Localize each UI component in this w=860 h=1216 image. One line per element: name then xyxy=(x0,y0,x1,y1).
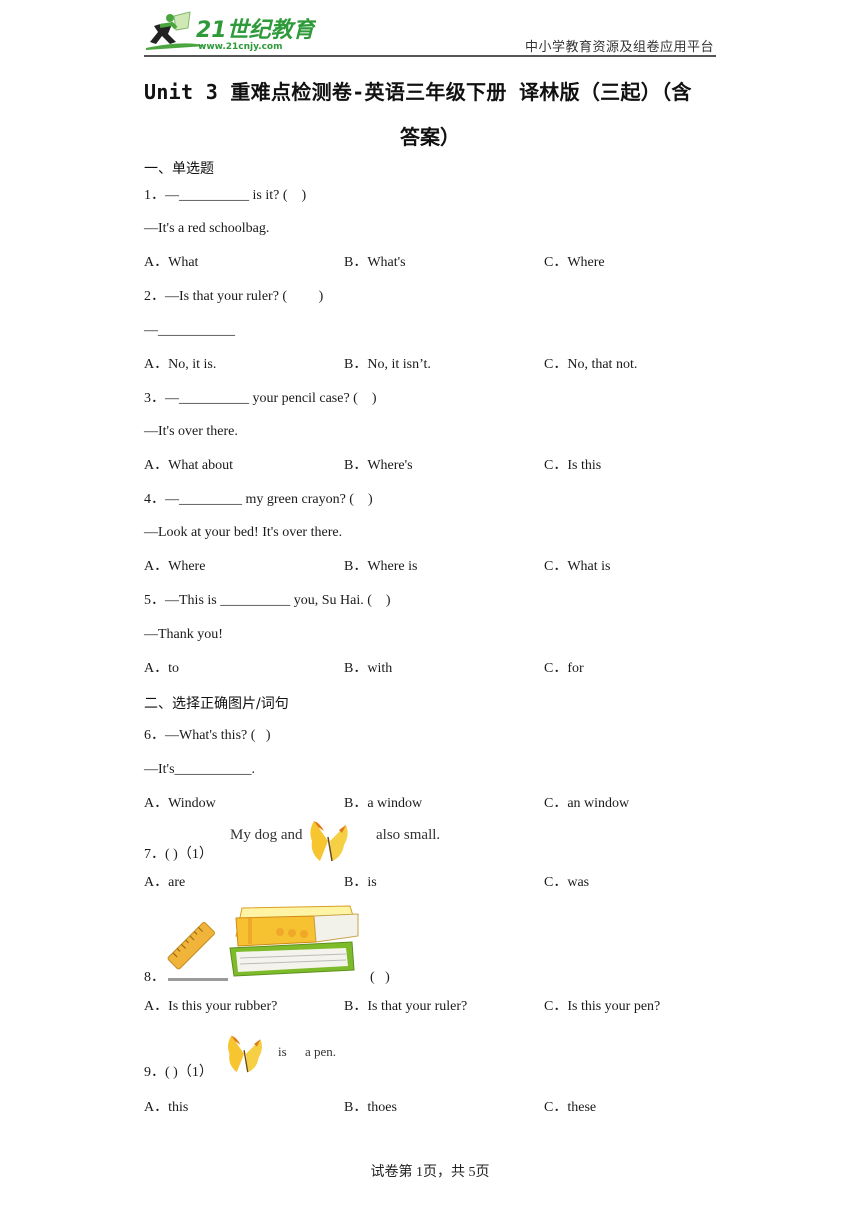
logo-text: 21世纪教育 xyxy=(196,17,316,43)
question-9-image: is a pen. xyxy=(220,1030,350,1076)
question-1-stem: 1．—__________ is it? ( ) xyxy=(144,188,307,203)
question-9-image-text-right: a pen. xyxy=(305,1044,337,1059)
question-3-option-b[interactable]: B．Where's xyxy=(344,457,413,475)
question-6-reply: —It's___________. xyxy=(144,762,256,777)
question-9-option-a[interactable]: A．this xyxy=(144,1099,188,1117)
question-8-option-a[interactable]: A．Is this your rubber? xyxy=(144,998,277,1016)
logo-url: www.21cnjy.com xyxy=(198,42,283,52)
question-8-option-b[interactable]: B．Is that your ruler? xyxy=(344,998,467,1016)
question-6-stem: 6．—What's this? ( ) xyxy=(144,728,271,743)
question-5-reply: —Thank you! xyxy=(144,627,223,642)
question-5-option-b[interactable]: B．with xyxy=(344,660,392,678)
question-5-option-c[interactable]: C．for xyxy=(544,660,584,678)
question-6-option-a[interactable]: A．Window xyxy=(144,795,216,813)
question-8-stem: 8． xyxy=(144,970,165,985)
question-1-option-a[interactable]: A．What xyxy=(144,254,198,272)
ruler-and-books-icon xyxy=(167,905,359,981)
question-5-option-a[interactable]: A．to xyxy=(144,660,179,678)
butterfly-icon xyxy=(310,821,348,862)
question-7-option-b[interactable]: B．is xyxy=(344,874,377,892)
page-footer: 试卷第 1页，共 5页 xyxy=(370,1165,490,1180)
question-7-image-text-right: also small. xyxy=(376,827,441,843)
question-7-image-text-left: My dog and xyxy=(230,827,303,843)
header-tagline: 中小学教育资源及组卷应用平台 xyxy=(524,40,714,55)
question-2-reply: —___________ xyxy=(144,323,235,338)
question-3-reply: —It's over there. xyxy=(144,424,238,439)
question-2-option-b[interactable]: B．No, it isn’t. xyxy=(344,356,431,374)
section-heading-single-choice: 一、单选题 xyxy=(144,161,214,177)
question-9-stem: 9．( )（1） xyxy=(144,1065,213,1080)
question-6-option-b[interactable]: B．a window xyxy=(344,795,422,813)
question-4-option-b[interactable]: B．Where is xyxy=(344,558,417,576)
question-7-option-a[interactable]: A．are xyxy=(144,874,185,892)
question-4-reply: —Look at your bed! It's over there. xyxy=(144,525,343,540)
section-heading-picture-choice: 二、选择正确图片/词句 xyxy=(144,696,289,712)
question-4-option-a[interactable]: A．Where xyxy=(144,558,205,576)
question-8-image xyxy=(164,902,364,984)
question-6-option-c[interactable]: C．an window xyxy=(544,795,629,813)
question-5-stem: 5．—This is __________ you, Su Hai. ( ) xyxy=(144,593,391,608)
question-3-option-c[interactable]: C．Is this xyxy=(544,457,601,475)
question-1-option-b[interactable]: B．What's xyxy=(344,254,406,272)
question-9-image-text-left: is xyxy=(278,1044,287,1059)
header-divider xyxy=(144,55,716,57)
question-2-stem: 2．—Is that your ruler? ( ) xyxy=(144,289,324,304)
question-2-option-a[interactable]: A．No, it is. xyxy=(144,356,216,374)
site-logo[interactable]: 21世纪教育 www.21cnjy.com xyxy=(146,10,319,52)
butterfly-icon xyxy=(228,1035,262,1073)
question-4-option-c[interactable]: C．What is xyxy=(544,558,611,576)
question-4-stem: 4．—_________ my green crayon? ( ) xyxy=(144,492,373,507)
question-3-stem: 3．—__________ your pencil case? ( ) xyxy=(144,391,377,406)
question-7-image: My dog and also small. xyxy=(224,817,444,863)
question-1-reply: —It's a red schoolbag. xyxy=(144,221,270,236)
question-2-option-c[interactable]: C．No, that not. xyxy=(544,356,637,374)
document-title-line2: 答案） xyxy=(400,125,460,149)
question-7-stem: 7．( )（1） xyxy=(144,847,213,862)
question-3-option-a[interactable]: A．What about xyxy=(144,457,233,475)
question-8-option-c[interactable]: C．Is this your pen? xyxy=(544,998,660,1016)
question-8-answer-bracket: ( ) xyxy=(370,970,390,985)
question-1-option-c[interactable]: C．Where xyxy=(544,254,605,272)
document-title-line1: Unit 3 重难点检测卷-英语三年级下册 译林版（三起）（含 xyxy=(144,80,692,104)
question-9-option-b[interactable]: B．thoes xyxy=(344,1099,397,1117)
runner-logo-icon: 21世纪教育 www.21cnjy.com xyxy=(146,11,319,52)
question-7-option-c[interactable]: C．was xyxy=(544,874,589,892)
question-9-option-c[interactable]: C．these xyxy=(544,1099,596,1117)
